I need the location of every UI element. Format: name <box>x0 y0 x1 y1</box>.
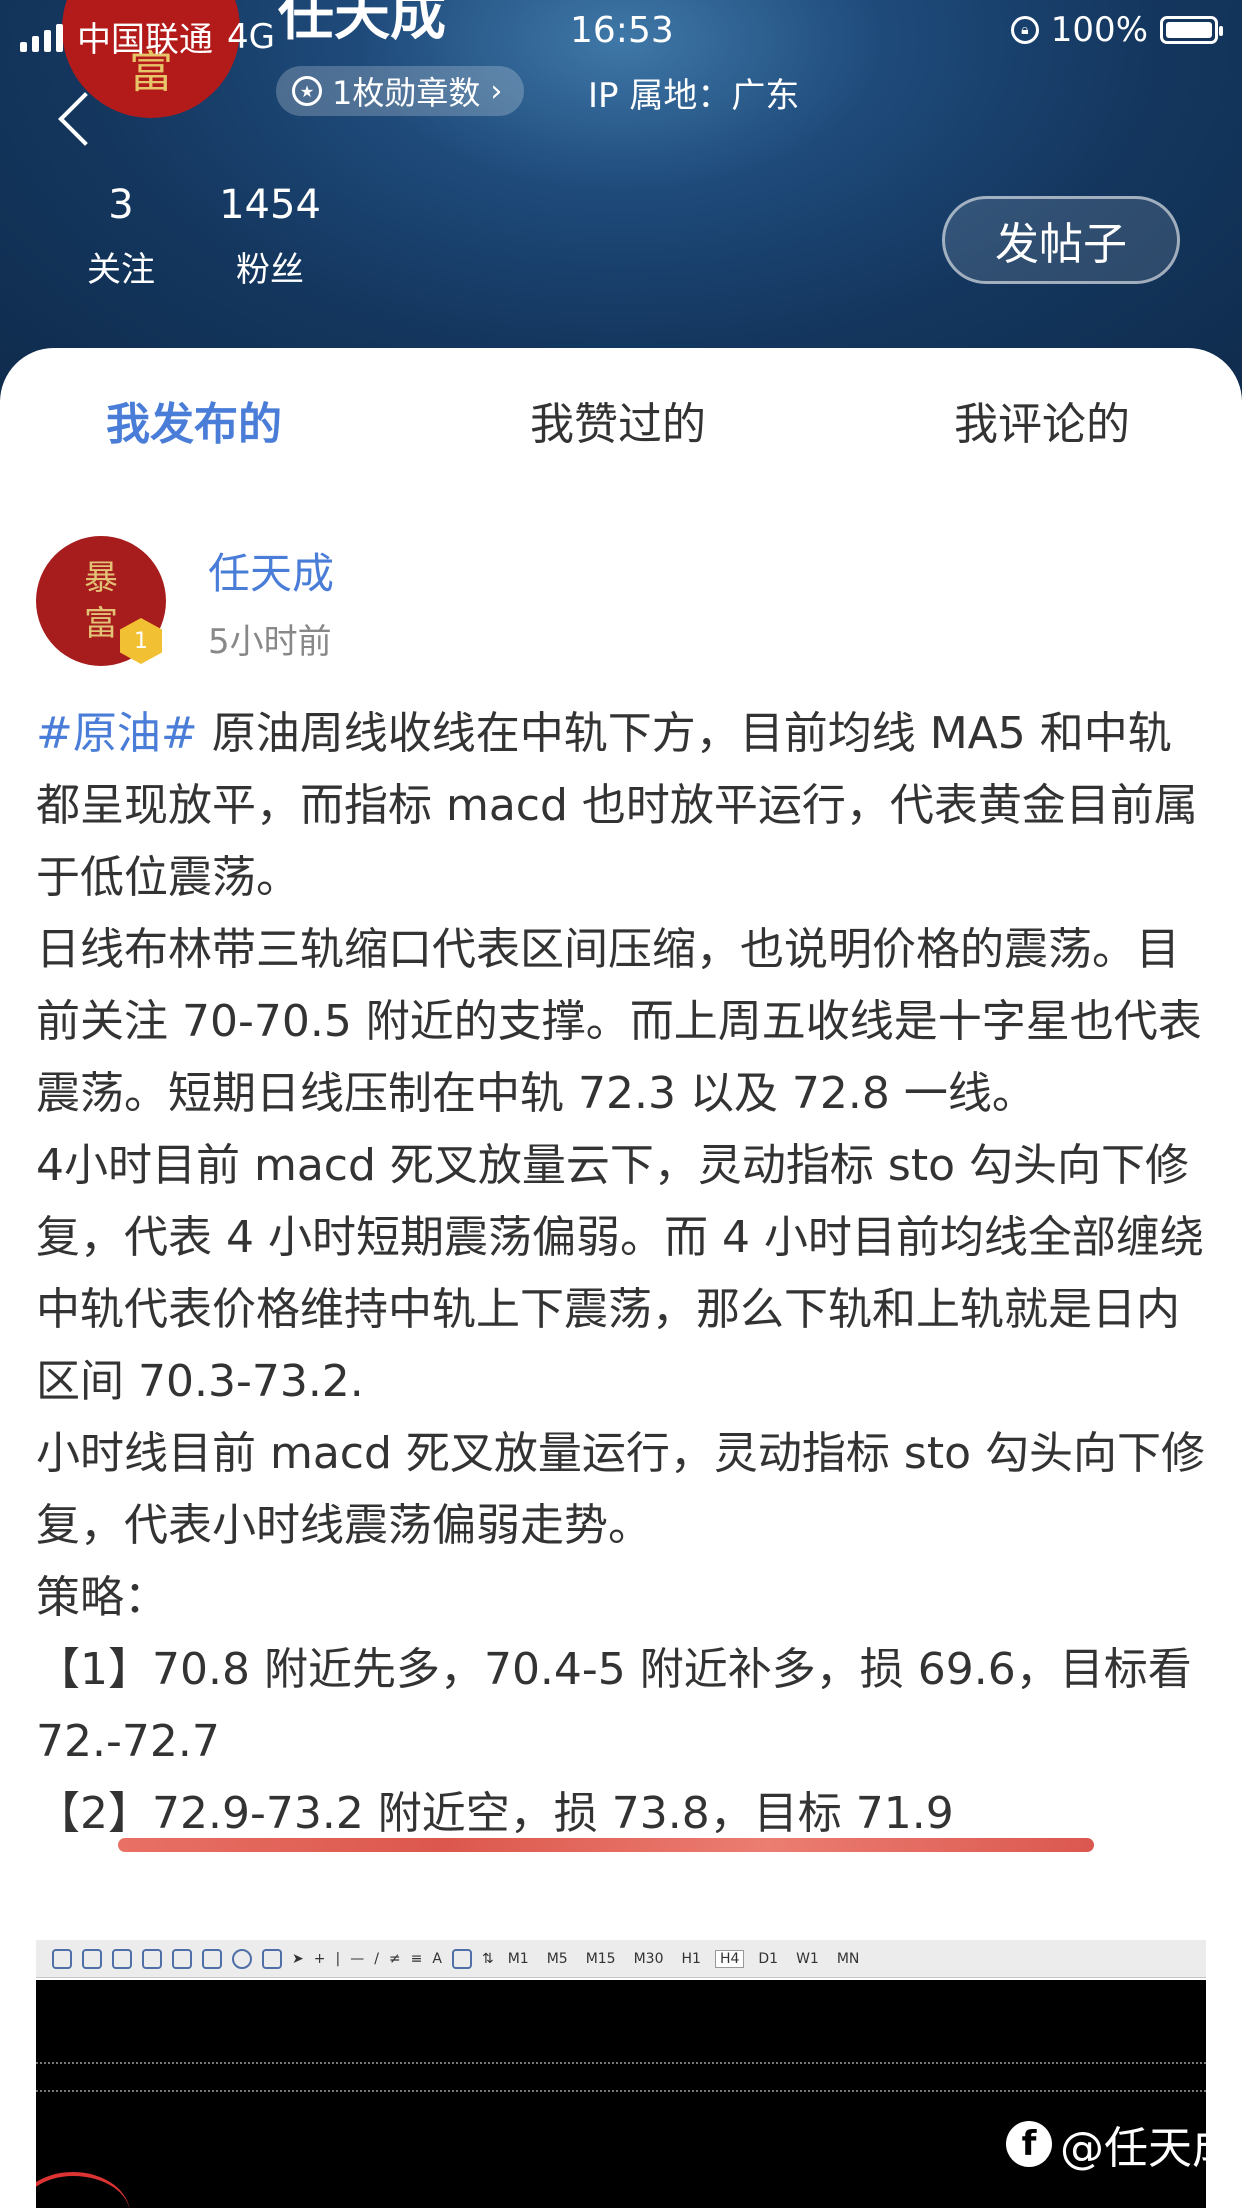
scroll-icon <box>142 1948 162 1969</box>
timeframe-h1: H1 <box>681 1950 701 1967</box>
carrier-name: 中国联通 <box>77 20 213 60</box>
chart-gridline <box>36 2062 1206 2064</box>
channel-icon: ≠ <box>388 1950 401 1967</box>
post-time: 5小时前 <box>208 622 332 662</box>
watermark-text: @任天成 <box>1060 2123 1236 2174</box>
status-bar: 中国联通 4G 16:53 🔒︎ 100% <box>0 0 1242 62</box>
author-avatar-line2: 富 <box>84 604 118 644</box>
post-strategy-1: 【1】70.8 附近先多，70.4-5 附近补多，损 69.6，目标看 72.-… <box>36 1644 1192 1767</box>
author-avatar-line1: 暴 <box>84 558 118 598</box>
battery-percent: 100% <box>1050 10 1148 50</box>
zoom-out-icon <box>82 1948 102 1969</box>
post-paragraph-1-text: 原油周线收线在中轨下方，目前均线 MA5 和中轨都呈现放平，而指标 macd 也… <box>36 708 1198 903</box>
post-paragraph-1: #原油# 原油周线收线在中轨下方，目前均线 MA5 和中轨都呈现放平，而指标 m… <box>36 698 1206 914</box>
tab-my-comments[interactable]: 我评论的 <box>954 388 1130 452</box>
following-stat[interactable]: 3 关注 <box>76 182 166 291</box>
chart-gridline <box>36 2090 1206 2092</box>
timeframe-h4: H4 <box>714 1949 745 1968</box>
back-button[interactable] <box>54 88 98 154</box>
timeframe-w1: W1 <box>796 1950 819 1967</box>
timeframe-m5: M5 <box>546 1950 568 1967</box>
tab-my-likes[interactable]: 我赞过的 <box>530 388 706 452</box>
following-count: 3 <box>108 182 134 228</box>
fibo-icon: ≡ <box>410 1950 423 1967</box>
crosshair-icon: + <box>313 1950 326 1967</box>
post-body[interactable]: #原油# 原油周线收线在中轨下方，目前均线 MA5 和中轨都呈现放平，而指标 m… <box>36 698 1206 1850</box>
status-right: 🔒︎ 100% <box>1010 10 1223 50</box>
timeframe-m1: M1 <box>507 1950 529 1967</box>
chart-toolbar: ➤ + | — / ≠ ≡ A ⇅ M1 M5 M15 M30 H1 H4 D1… <box>36 1940 1206 1978</box>
cursor-icon: ➤ <box>292 1950 304 1967</box>
grid-icon <box>112 1948 132 1969</box>
tab-my-posts[interactable]: 我发布的 <box>106 388 282 452</box>
chart-ma-curve <box>36 2172 130 2208</box>
zoom-in-icon <box>52 1948 72 1969</box>
timeframe-m30: M30 <box>633 1950 664 1967</box>
fans-count: 1454 <box>219 182 321 228</box>
watermark: f @任天成 <box>1006 2112 1236 2176</box>
text-tool-label: A <box>432 1950 442 1967</box>
network-type: 4G <box>227 16 275 57</box>
timeframe-mn: MN <box>836 1950 860 1967</box>
indicator-icon <box>202 1948 222 1969</box>
post-strategy-heading: 策略： <box>36 1572 168 1623</box>
timeframe-d1: D1 <box>758 1950 779 1967</box>
medal-count-label: 1枚勋章数 <box>332 74 481 112</box>
profile-header: 富 任天成 中国联通 4G 16:53 🔒︎ 100% ★ 1枚勋章数 › IP… <box>0 0 1242 400</box>
ip-location: IP 属地：广东 <box>588 76 800 116</box>
post-paragraph-3: 4小时目前 macd 死叉放量云下，灵动指标 sto 勾头向下修复，代表 4 小… <box>36 1140 1204 1407</box>
rotation-lock-icon: 🔒︎ <box>1010 16 1039 44</box>
following-label: 关注 <box>87 250 155 290</box>
fans-label: 粉丝 <box>236 250 304 290</box>
battery-icon <box>1160 16 1223 44</box>
author-name[interactable]: 任天成 <box>208 540 334 601</box>
red-underline-scribble <box>118 1838 1094 1852</box>
status-time: 16:53 <box>570 10 674 51</box>
vline-icon: | <box>335 1950 341 1967</box>
trendline-icon: / <box>374 1950 379 1967</box>
hline-icon: — <box>350 1950 365 1967</box>
create-post-button[interactable]: 发帖子 <box>942 196 1180 284</box>
chevron-right-icon: › <box>490 73 503 109</box>
hashtag-link[interactable]: #原油# <box>36 708 198 759</box>
label-icon <box>451 1948 472 1969</box>
shift-icon <box>172 1948 192 1969</box>
post-paragraph-2: 日线布林带三轨缩口代表区间压缩，也说明价格的震荡。目前关注 70-70.5 附近… <box>36 924 1202 1119</box>
clock-icon <box>232 1948 252 1969</box>
post-paragraph-4: 小时线目前 macd 死叉放量运行，灵动指标 sto 勾头向下修复，代表小时线震… <box>36 1428 1205 1551</box>
app-logo-icon: f <box>1006 2121 1052 2167</box>
arrows-icon: ⇅ <box>481 1950 494 1967</box>
status-left: 中国联通 4G <box>20 12 275 61</box>
template-icon <box>262 1948 282 1969</box>
timeframe-m15: M15 <box>585 1950 616 1967</box>
signal-icon <box>20 22 63 52</box>
medal-count-pill[interactable]: ★ 1枚勋章数 › <box>276 66 525 116</box>
fans-stat[interactable]: 1454 粉丝 <box>212 182 328 291</box>
medal-icon: ★ <box>292 76 322 106</box>
